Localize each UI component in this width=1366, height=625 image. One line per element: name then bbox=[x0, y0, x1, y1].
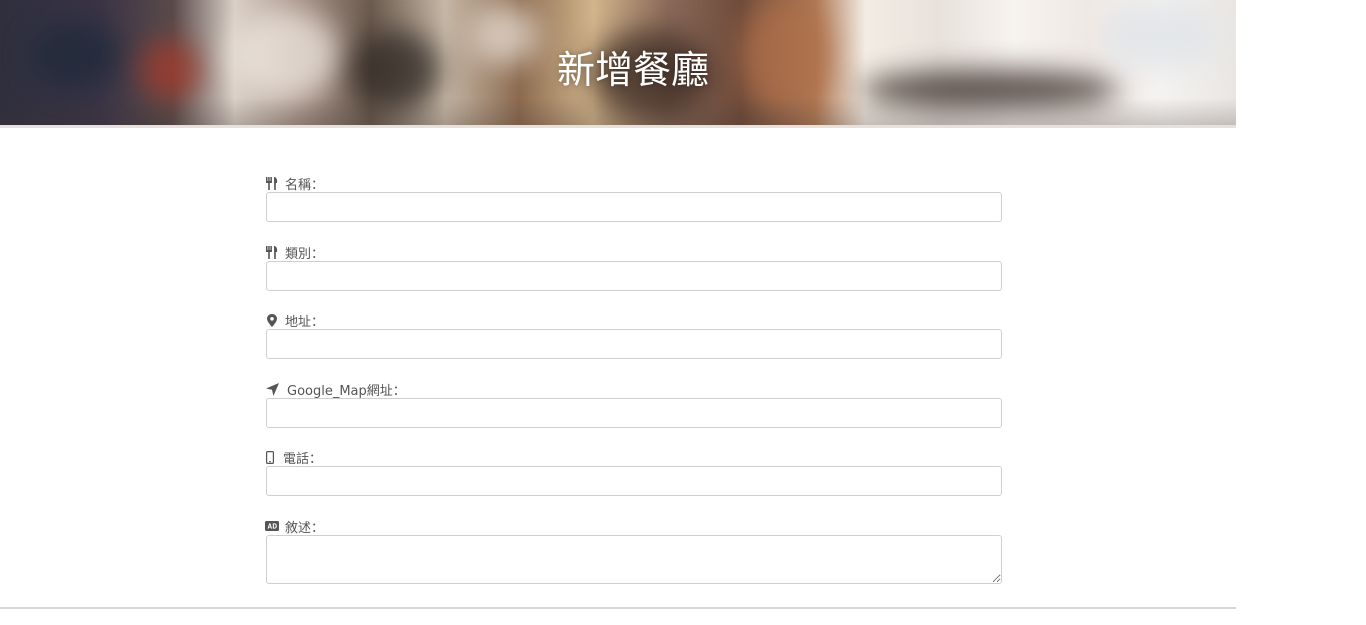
address-field-group: 地址： bbox=[265, 311, 1002, 359]
category-input[interactable] bbox=[266, 261, 1002, 291]
name-label: 名稱： bbox=[285, 177, 325, 193]
map-marker-icon bbox=[265, 313, 279, 327]
phone-field-group: 電話： bbox=[265, 448, 1002, 496]
hero-edge bbox=[0, 125, 1236, 128]
google-map-url-input[interactable] bbox=[266, 398, 1002, 428]
restaurant-form: 名稱： 類別： 地址： Google_Map網址： 電話： 敘述： bbox=[265, 174, 1002, 584]
phone-label-row: 電話： bbox=[265, 448, 1002, 467]
page: 新增餐廳 名稱： 類別： 地址： Google_Map網址： 電話： 敘述： bbox=[0, 0, 1366, 625]
category-field-group: 類別： bbox=[265, 243, 1002, 291]
google-map-url-label: Google_Map網址： bbox=[287, 383, 406, 399]
phone-input[interactable] bbox=[266, 466, 1002, 496]
description-label: 敘述： bbox=[285, 520, 325, 536]
utensils-icon bbox=[265, 245, 279, 259]
description-label-row: 敘述： bbox=[265, 517, 1002, 536]
category-label: 類別： bbox=[285, 246, 325, 262]
name-field-group: 名稱： bbox=[265, 174, 1002, 222]
address-label-row: 地址： bbox=[265, 311, 1002, 330]
description-textarea[interactable] bbox=[266, 535, 1002, 584]
mobile-phone-icon bbox=[265, 450, 275, 464]
name-label-row: 名稱： bbox=[265, 174, 1002, 193]
location-arrow-icon bbox=[265, 382, 279, 396]
name-input[interactable] bbox=[266, 192, 1002, 222]
address-input[interactable] bbox=[266, 329, 1002, 359]
description-field-group: 敘述： bbox=[265, 517, 1002, 584]
phone-label: 電話： bbox=[283, 451, 323, 467]
category-label-row: 類別： bbox=[265, 243, 1002, 262]
address-label: 地址： bbox=[285, 314, 325, 330]
utensils-icon bbox=[265, 176, 279, 190]
google-map-url-field-group: Google_Map網址： bbox=[265, 380, 1002, 428]
bottom-divider bbox=[0, 607, 1236, 609]
page-title: 新增餐廳 bbox=[556, 48, 709, 92]
google-map-url-label-row: Google_Map網址： bbox=[265, 380, 1002, 399]
hero-fade bbox=[0, 98, 1236, 128]
ad-badge-icon bbox=[265, 519, 279, 533]
